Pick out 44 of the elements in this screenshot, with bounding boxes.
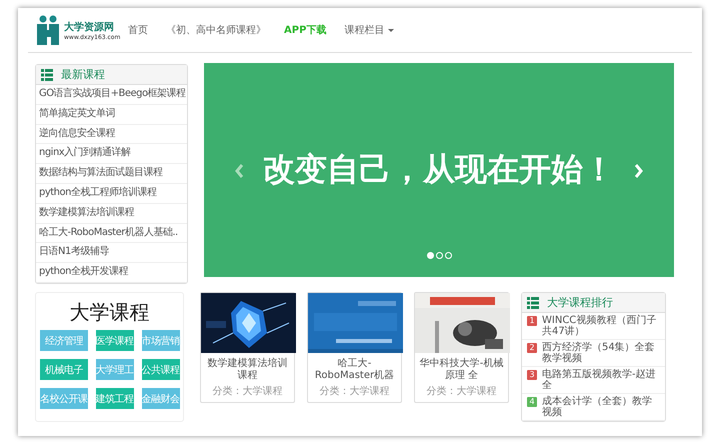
nav-link[interactable]: 《初、高中名师课程》 <box>166 23 266 37</box>
panel-title: 最新课程 <box>61 67 105 82</box>
nav-link[interactable]: 首页 <box>128 23 148 37</box>
course-link[interactable]: 简单搞定英文单词 <box>36 104 187 125</box>
course-card[interactable]: 哈工大-RoboMaster机器 分类：大学课程 <box>307 292 402 403</box>
ranking-link[interactable]: 西方经济学（54集）全套教学视频 <box>542 342 660 364</box>
course-category: 分类：大学课程 <box>212 384 284 398</box>
course-link[interactable]: nginx入门到精通详解 <box>36 144 187 164</box>
rank-badge: 4 <box>527 397 537 407</box>
course-title[interactable]: 数学建模算法培训课程 <box>201 358 294 382</box>
ranking-link[interactable]: 电路第五版视频教学-赵进全 <box>542 369 660 391</box>
logo-icon <box>35 15 61 45</box>
course-link[interactable]: python全栈开发课程 <box>36 263 187 283</box>
chevron-left-icon[interactable] <box>234 163 244 179</box>
course-link[interactable]: 数据结构与算法面试题目课程 <box>36 164 187 184</box>
section-title: 大学课程 <box>68 299 150 326</box>
course-link[interactable]: GO语言实战项目+Beego框架课程 <box>36 85 187 105</box>
carousel-indicator[interactable] <box>436 252 442 259</box>
banner-headline: 改变自己，从现在开始！ <box>263 149 615 190</box>
carousel-indicator[interactable] <box>426 252 434 259</box>
list-icon <box>41 68 53 80</box>
rank-badge: 2 <box>527 343 537 353</box>
ranking-link[interactable]: 成本会计学（全套）教学视频 <box>542 396 660 418</box>
nav-dropdown[interactable]: 课程栏目 <box>344 23 394 37</box>
chevron-right-icon[interactable] <box>634 163 644 179</box>
caret-icon <box>388 28 394 32</box>
list-icon <box>527 296 539 308</box>
course-link[interactable]: 日语N1考级辅导 <box>36 243 187 264</box>
course-link[interactable]: python全栈工程师培训课程 <box>36 184 187 204</box>
course-link[interactable]: 数学建模算法培训课程 <box>36 204 187 224</box>
course-link[interactable]: 逆向信息安全课程 <box>36 124 187 144</box>
course-card[interactable]: 华中科技大学-机械原理 全 分类：大学课程 <box>414 292 509 403</box>
panel-title: 大学课程排行 <box>547 295 613 310</box>
course-card[interactable]: 数学建模算法培训课程 分类：大学课程 <box>200 292 295 403</box>
course-link[interactable]: 哈工大-RoboMaster机器人基础.. <box>36 224 187 244</box>
course-title[interactable]: 哈工大-RoboMaster机器 <box>308 358 401 382</box>
site-name: 大学资源网 <box>64 20 115 34</box>
course-title[interactable]: 华中科技大学-机械原理 全 <box>415 358 508 382</box>
rank-badge: 3 <box>527 370 537 380</box>
ranking-link[interactable]: WINCC视频教程（西门子共47讲） <box>542 315 660 337</box>
carousel-indicator[interactable] <box>444 252 452 259</box>
course-category: 分类：大学课程 <box>318 384 390 398</box>
rank-badge: 1 <box>527 316 537 326</box>
course-category: 分类：大学课程 <box>426 384 498 398</box>
